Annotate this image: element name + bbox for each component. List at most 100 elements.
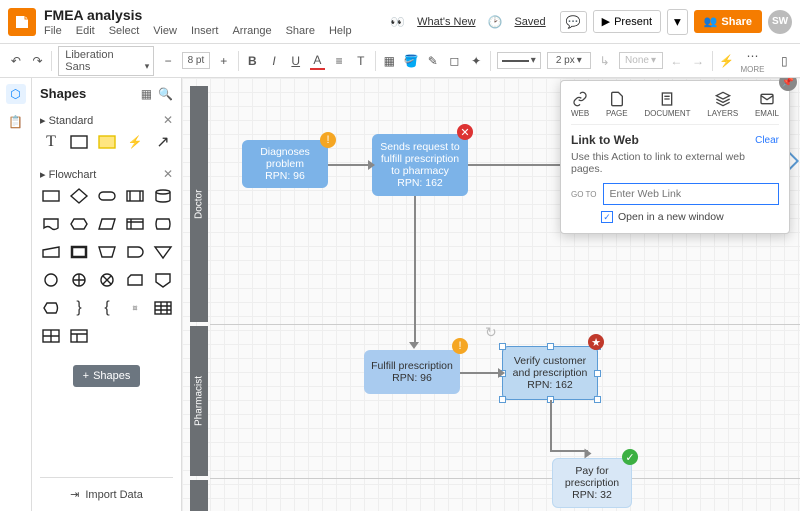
warning-badge-3[interactable]: ! <box>452 338 468 354</box>
fc-bracket-r[interactable]: } <box>68 297 90 319</box>
bold-icon[interactable]: B <box>245 52 261 70</box>
text-color-icon[interactable]: A <box>310 52 326 70</box>
connector[interactable] <box>414 196 416 346</box>
menu-file[interactable]: File <box>44 25 62 37</box>
node-verify[interactable]: Verify customer and prescription RPN: 16… <box>502 346 598 400</box>
lightning-icon[interactable]: ⚡ <box>719 52 735 70</box>
fc-sum[interactable] <box>68 269 90 291</box>
pin-icon[interactable]: 📌 <box>779 78 797 91</box>
node-diagnose[interactable]: Diagnoses problem RPN: 96 <box>242 140 328 188</box>
connector-icon[interactable]: ↳ <box>597 52 613 70</box>
fc-table2[interactable] <box>40 325 62 347</box>
menu-view[interactable]: View <box>153 25 177 37</box>
redo-icon[interactable]: ↷ <box>30 52 46 70</box>
fc-bracket-l[interactable]: { <box>96 297 118 319</box>
fc-core[interactable] <box>68 241 90 263</box>
fc-connector[interactable] <box>40 269 62 291</box>
connector[interactable] <box>328 164 372 166</box>
bucket-icon[interactable]: 🪣 <box>403 52 419 70</box>
fc-terminator[interactable] <box>96 185 118 207</box>
binoculars-icon[interactable]: 👀 <box>390 15 405 29</box>
menu-help[interactable]: Help <box>329 25 352 37</box>
comment-icon[interactable]: 💬 <box>560 11 587 33</box>
fill-icon[interactable]: ▦ <box>382 52 398 70</box>
italic-icon[interactable]: I <box>266 52 282 70</box>
popup-tab-layers[interactable]: LAYERS <box>707 91 738 118</box>
connector[interactable] <box>550 450 588 452</box>
more-icon[interactable]: ⋯ <box>743 47 761 65</box>
line-style-select[interactable]: ▾ <box>497 52 541 69</box>
document-title[interactable]: FMEA analysis <box>44 7 390 23</box>
shape-rect[interactable] <box>68 131 90 153</box>
menu-arrange[interactable]: Arrange <box>232 25 271 37</box>
fc-input[interactable] <box>40 241 62 263</box>
fc-table1[interactable] <box>152 297 174 319</box>
shape-icon[interactable]: ◻ <box>447 52 463 70</box>
warning-badge[interactable]: ! <box>320 132 336 148</box>
fc-document[interactable] <box>40 213 62 235</box>
import-data-button[interactable]: ⇥Import Data <box>40 477 173 511</box>
menu-share[interactable]: Share <box>286 25 315 37</box>
present-dropdown[interactable]: ▾ <box>667 9 688 35</box>
present-button[interactable]: ▶ Present <box>593 10 661 33</box>
connector[interactable] <box>550 400 552 450</box>
web-link-input[interactable] <box>603 183 780 205</box>
category-flowchart[interactable]: ▸ Flowchart <box>40 168 96 181</box>
connector[interactable] <box>460 372 502 374</box>
fc-display[interactable] <box>40 297 62 319</box>
node-pay[interactable]: Pay for prescription RPN: 32 <box>552 458 632 508</box>
fc-merge[interactable] <box>152 241 174 263</box>
pen-icon[interactable]: ✎ <box>425 52 441 70</box>
undo-icon[interactable]: ↶ <box>8 52 24 70</box>
fc-or[interactable] <box>96 269 118 291</box>
action-badge[interactable]: ★ <box>588 334 604 350</box>
menu-select[interactable]: Select <box>109 25 140 37</box>
swimlane-patient[interactable]: Patient <box>190 480 208 511</box>
app-logo[interactable] <box>8 8 36 36</box>
fc-table3[interactable] <box>68 325 90 347</box>
rail-layers-icon[interactable]: 📋 <box>6 112 26 132</box>
whats-new-link[interactable]: What's New <box>417 16 475 28</box>
arrow-start-icon[interactable]: ← <box>669 52 685 70</box>
rail-shapes-icon[interactable]: ⬡ <box>6 84 26 104</box>
align-icon[interactable]: ≡ <box>331 52 347 70</box>
fc-delay[interactable] <box>124 241 146 263</box>
popup-tab-document[interactable]: DOCUMENT <box>644 91 690 118</box>
category-standard[interactable]: ▸ Standard <box>40 114 93 127</box>
panel-icon[interactable]: ▯ <box>776 52 792 70</box>
fc-manual2[interactable] <box>96 241 118 263</box>
fc-offpage[interactable] <box>152 269 174 291</box>
add-shapes-button[interactable]: + Shapes <box>73 365 141 387</box>
canvas[interactable]: Doctor Pharmacist Patient Diagnoses prob… <box>182 78 800 511</box>
close-flowchart-icon[interactable]: ✕ <box>163 167 173 181</box>
text-format-icon[interactable]: T <box>353 52 369 70</box>
magic-icon[interactable]: ✦ <box>468 52 484 70</box>
fill-select[interactable]: None ▾ <box>619 52 663 69</box>
stroke-width[interactable]: 2 px ▾ <box>547 52 591 69</box>
fc-data[interactable] <box>96 213 118 235</box>
underline-icon[interactable]: U <box>288 52 304 70</box>
arrow-end-icon[interactable]: → <box>690 52 706 70</box>
fc-dots[interactable]: ⦂⦂ <box>124 297 146 319</box>
shape-arrow[interactable]: ↗ <box>152 131 174 153</box>
fc-decision[interactable] <box>68 185 90 207</box>
rotate-handle-icon[interactable]: ↻ <box>485 324 497 341</box>
popup-tab-page[interactable]: PAGE <box>606 91 628 118</box>
size-increase[interactable]: + <box>216 52 232 70</box>
fc-predefined[interactable] <box>124 185 146 207</box>
swimlane-pharmacist[interactable]: Pharmacist <box>190 326 208 476</box>
font-size[interactable]: 8 pt <box>182 52 210 69</box>
node-fulfill[interactable]: Fulfill prescription RPN: 96 <box>364 350 460 394</box>
shape-bolt[interactable]: ⚡ <box>124 131 146 153</box>
popup-clear[interactable]: Clear <box>755 135 779 146</box>
fc-stored[interactable] <box>152 213 174 235</box>
close-standard-icon[interactable]: ✕ <box>163 113 173 127</box>
menu-edit[interactable]: Edit <box>76 25 95 37</box>
font-select[interactable]: Liberation Sans <box>58 46 154 76</box>
popup-tab-web[interactable]: WEB <box>571 91 589 118</box>
fc-database[interactable] <box>152 185 174 207</box>
ok-badge[interactable]: ✓ <box>622 449 638 465</box>
swimlane-doctor[interactable]: Doctor <box>190 86 208 322</box>
search-icon[interactable]: 🔍 <box>158 87 173 101</box>
fc-process[interactable] <box>40 185 62 207</box>
